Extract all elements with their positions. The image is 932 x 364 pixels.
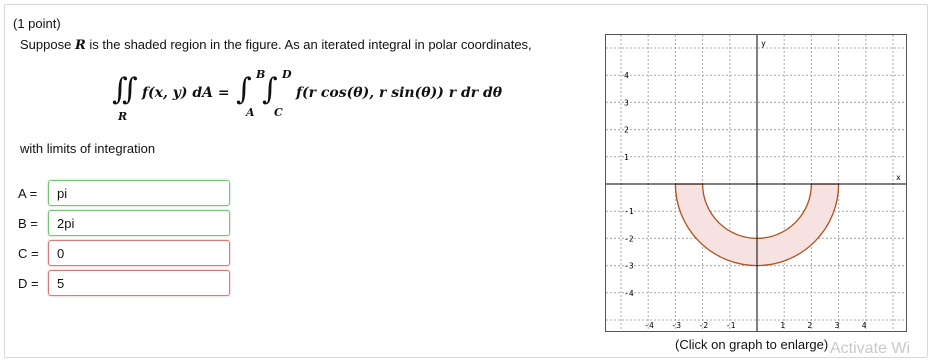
polar-integral-formula: ∬ R f(x, y) dA = ∫ B A ∫ D C f(r cos(θ),… — [112, 64, 512, 134]
question-rest: is the shaded region in the figure. As a… — [89, 37, 532, 52]
y-tick-label: -4 — [624, 289, 634, 298]
answer-row-a: A = pi — [18, 178, 230, 208]
inner-integral-sign: ∫ — [262, 72, 278, 107]
answer-row-b: B = 2pi — [18, 208, 230, 238]
answer-label-b: B = — [18, 215, 38, 231]
limits-label: with limits of integration — [20, 141, 156, 156]
answer-label-a: A = — [18, 185, 38, 201]
region-graph-svg[interactable]: -4 -3 -2 -1 1 2 3 4 4 3 2 1 -1 -2 -3 -4 x y — [605, 34, 907, 332]
region-symbol: R — [74, 38, 86, 53]
region-graph[interactable]: -4 -3 -2 -1 1 2 3 4 4 3 2 1 -1 -2 -3 -4 x y — [605, 34, 907, 332]
answer-input-b[interactable]: 2pi — [48, 210, 230, 236]
y-axis-label: y — [761, 39, 766, 48]
answer-row-c: C = 0 — [18, 238, 230, 268]
inner-upper-limit: D — [282, 68, 292, 81]
point-value: (1 point) — [13, 16, 61, 31]
question-text: Suppose R is the shaded region in the fi… — [20, 37, 532, 53]
x-tick-label: 2 — [807, 321, 812, 330]
y-tick-label: -1 — [624, 207, 634, 216]
x-axis-label: x — [896, 173, 901, 182]
x-tick-label: -2 — [699, 321, 709, 330]
integrand-right: f(r cos(θ), r sin(θ)) r dr dθ — [296, 85, 503, 101]
y-tick-label: 1 — [624, 153, 629, 162]
answer-row-d: D = 5 — [18, 268, 230, 298]
y-tick-label: -3 — [624, 262, 634, 271]
x-tick-label: 4 — [862, 321, 867, 330]
y-tick-label: 4 — [624, 71, 629, 80]
answer-input-a[interactable]: pi — [48, 180, 230, 206]
x-tick-label: -3 — [671, 321, 681, 330]
integrand-left: f(x, y) dA = — [142, 85, 230, 101]
graph-border — [605, 34, 907, 332]
x-tick-label: -1 — [726, 321, 736, 330]
enlarge-graph-link[interactable]: (Click on graph to enlarge) — [675, 337, 828, 352]
outer-integral-sign: ∫ — [236, 72, 252, 107]
y-tick-label: 3 — [624, 98, 629, 107]
question-intro: Suppose — [20, 37, 72, 52]
region-subscript: R — [118, 110, 128, 123]
x-tick-label: 1 — [780, 321, 785, 330]
x-tick-label: 3 — [835, 321, 840, 330]
inner-lower-limit: C — [274, 106, 283, 119]
answer-input-c[interactable]: 0 — [48, 240, 230, 266]
activate-windows-watermark: Activate Wi — [830, 340, 911, 357]
x-tick-label: -4 — [644, 321, 654, 330]
answer-label-c: C = — [18, 245, 39, 261]
answer-label-d: D = — [18, 275, 39, 291]
y-tick-label: 2 — [624, 126, 629, 135]
double-integral-sign: ∬ — [112, 72, 138, 107]
y-tick-label: -2 — [624, 234, 634, 243]
answer-input-d[interactable]: 5 — [48, 270, 230, 296]
outer-lower-limit: A — [246, 106, 255, 119]
